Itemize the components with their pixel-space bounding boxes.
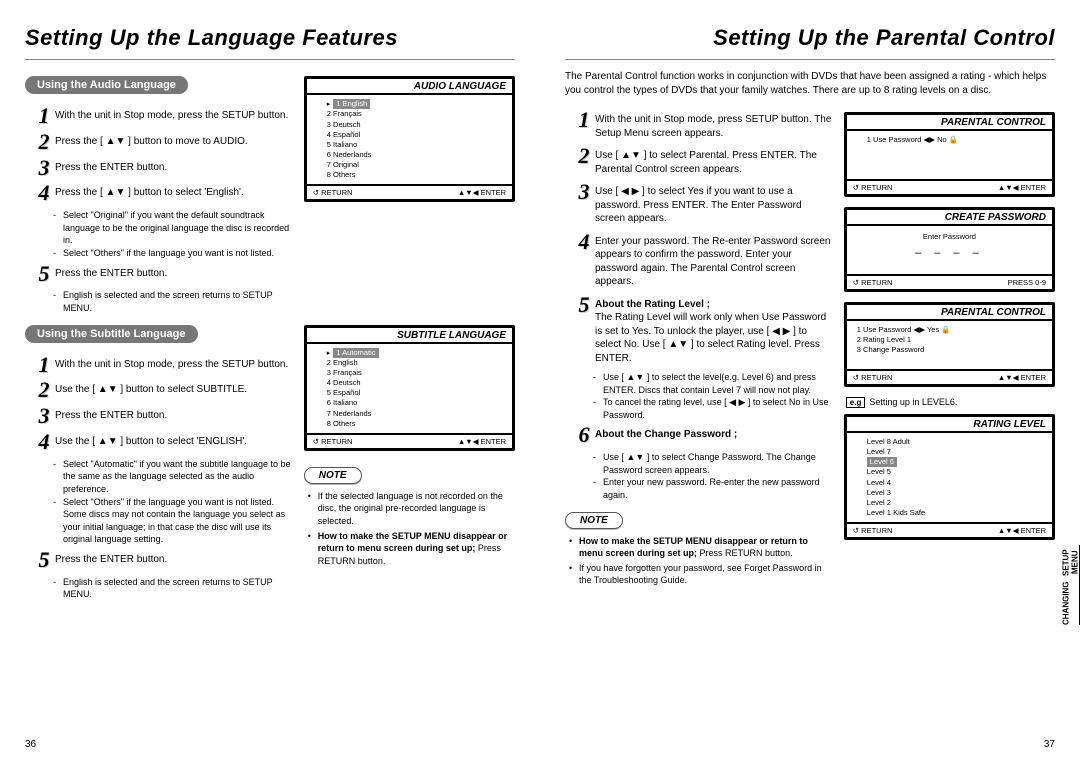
- osd-create-password: CREATE PASSWORD Enter Password – – – – ↺…: [844, 207, 1055, 292]
- osd-subtitle-language: SUBTITLE LANGUAGE 1 Automatic 2 English …: [304, 325, 515, 451]
- page-number-right: 37: [1044, 739, 1055, 750]
- sub-notes: Select "Original" if you want the defaul…: [53, 209, 294, 259]
- step-num: 1: [33, 106, 55, 126]
- page-title-right: Setting Up the Parental Control: [565, 25, 1055, 51]
- page-title-left: Setting Up the Language Features: [25, 25, 515, 51]
- side-tab: CHANGING SETUP MENU: [1062, 545, 1080, 625]
- divider: [565, 59, 1055, 60]
- page-36: Setting Up the Language Features Using t…: [0, 0, 540, 765]
- enter-icon: ▲▼◀ ENTER: [458, 188, 506, 197]
- note-body: If the selected language is not recorded…: [308, 490, 515, 568]
- example-row: e.gSetting up in LEVEL6.: [846, 397, 1055, 408]
- section-subtitle: Using the Subtitle Language 1With the un…: [25, 319, 515, 605]
- eg-badge: e.g: [846, 397, 866, 408]
- section-audio: Using the Audio Language 1With the unit …: [25, 70, 515, 319]
- note-pill: NOTE: [304, 467, 362, 484]
- parental-intro: The Parental Control function works in c…: [565, 70, 1055, 98]
- osd-audio-language: AUDIO LANGUAGE 1 English 2 Français 3 De…: [304, 76, 515, 202]
- step-text: With the unit in Stop mode, press the SE…: [55, 106, 294, 123]
- return-icon: ↺ RETURN: [313, 188, 353, 197]
- osd-parental-1: PARENTAL CONTROL 1 Use Password ◀▶ No 🔒 …: [844, 112, 1055, 197]
- section-parental: 1With the unit in Stop mode, press SETUP…: [565, 106, 1055, 589]
- page-37: Setting Up the Parental Control The Pare…: [540, 0, 1080, 765]
- pill-audio: Using the Audio Language: [25, 76, 188, 94]
- manual-spread: Setting Up the Language Features Using t…: [0, 0, 1080, 765]
- note-pill: NOTE: [565, 512, 623, 529]
- pill-subtitle: Using the Subtitle Language: [25, 325, 198, 343]
- page-number-left: 36: [25, 739, 36, 750]
- divider: [25, 59, 515, 60]
- note-body-right: How to make the SETUP MENU disappear or …: [569, 535, 834, 587]
- osd-rating-level: RATING LEVEL Level 8 Adult Level 7 Level…: [844, 414, 1055, 540]
- osd-parental-2: PARENTAL CONTROL 1 Use Password ◀▶ Yes 🔒…: [844, 302, 1055, 387]
